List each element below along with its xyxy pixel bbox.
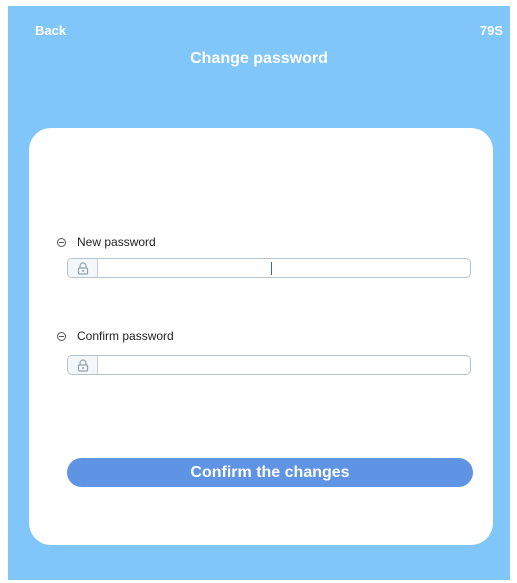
back-button[interactable]: Back	[35, 23, 66, 38]
confirm-password-label-row: Confirm password	[57, 329, 174, 343]
password-form-card: New password Confirm password Confirm th…	[29, 128, 493, 545]
new-password-input[interactable]	[98, 260, 470, 276]
text-cursor	[271, 262, 272, 275]
collapse-circle-icon	[57, 331, 66, 341]
lock-icon	[68, 259, 98, 277]
confirm-password-field[interactable]	[67, 355, 471, 375]
change-password-screen: Back 79S Change password New password Co…	[8, 6, 510, 580]
confirm-password-label: Confirm password	[77, 329, 174, 343]
new-password-label: New password	[77, 235, 156, 249]
page-title: Change password	[190, 50, 328, 67]
new-password-label-row: New password	[57, 235, 156, 249]
collapse-circle-icon	[57, 237, 66, 247]
countdown-timer: 79S	[479, 23, 503, 38]
confirm-changes-button[interactable]: Confirm the changes	[67, 458, 473, 487]
confirm-password-input[interactable]	[98, 357, 470, 373]
new-password-field[interactable]	[67, 258, 471, 278]
lock-icon	[68, 356, 98, 374]
